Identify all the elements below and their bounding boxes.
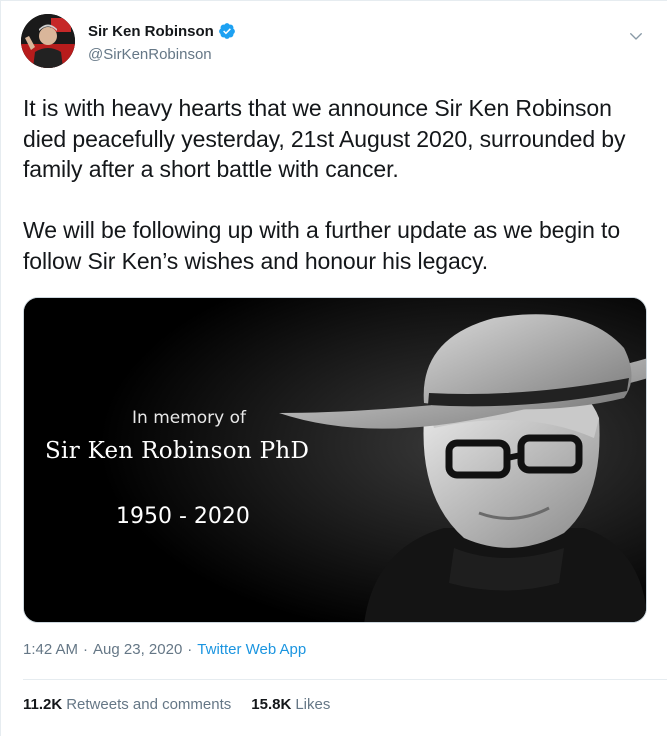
likes-count: 15.8K: [251, 696, 292, 713]
tweet-time[interactable]: 1:42 AM: [23, 641, 78, 658]
tweet-date[interactable]: Aug 23, 2020: [93, 641, 182, 658]
likes-stat[interactable]: 15.8K Likes: [251, 696, 330, 713]
chevron-down-icon[interactable]: [627, 27, 645, 45]
meta-separator: ·: [187, 641, 193, 658]
tweet-text: It is with heavy hearts that we announce…: [23, 95, 626, 274]
avatar[interactable]: [21, 14, 75, 68]
author-name-row: Sir Ken Robinson: [88, 22, 236, 40]
author-handle[interactable]: @SirKenRobinson: [88, 46, 212, 63]
avatar-image: [21, 14, 75, 68]
memorial-intro-text: In memory of: [132, 408, 247, 428]
tweet-media-image[interactable]: In memory of Sir Ken Robinson PhD 1950 -…: [23, 297, 647, 623]
likes-label: Likes: [295, 696, 331, 713]
tweet-stats: 11.2K Retweets and comments 15.8K Likes: [23, 696, 350, 713]
memorial-years-text: 1950 - 2020: [116, 504, 250, 529]
memorial-name-text: Sir Ken Robinson PhD: [45, 438, 310, 464]
verified-badge-icon: [218, 23, 235, 39]
meta-separator: ·: [83, 641, 89, 658]
tweet-card: Sir Ken Robinson @SirKenRobinson It is w…: [0, 0, 667, 736]
retweets-count: 11.2K: [23, 696, 63, 713]
tweet-source-link[interactable]: Twitter Web App: [197, 641, 306, 658]
author-display-name[interactable]: Sir Ken Robinson: [88, 23, 214, 40]
divider: [23, 679, 667, 680]
tweet-meta: 1:42 AM · Aug 23, 2020 · Twitter Web App: [23, 641, 306, 658]
retweets-stat[interactable]: 11.2K Retweets and comments: [23, 696, 231, 713]
retweets-label: Retweets and comments: [66, 696, 232, 713]
